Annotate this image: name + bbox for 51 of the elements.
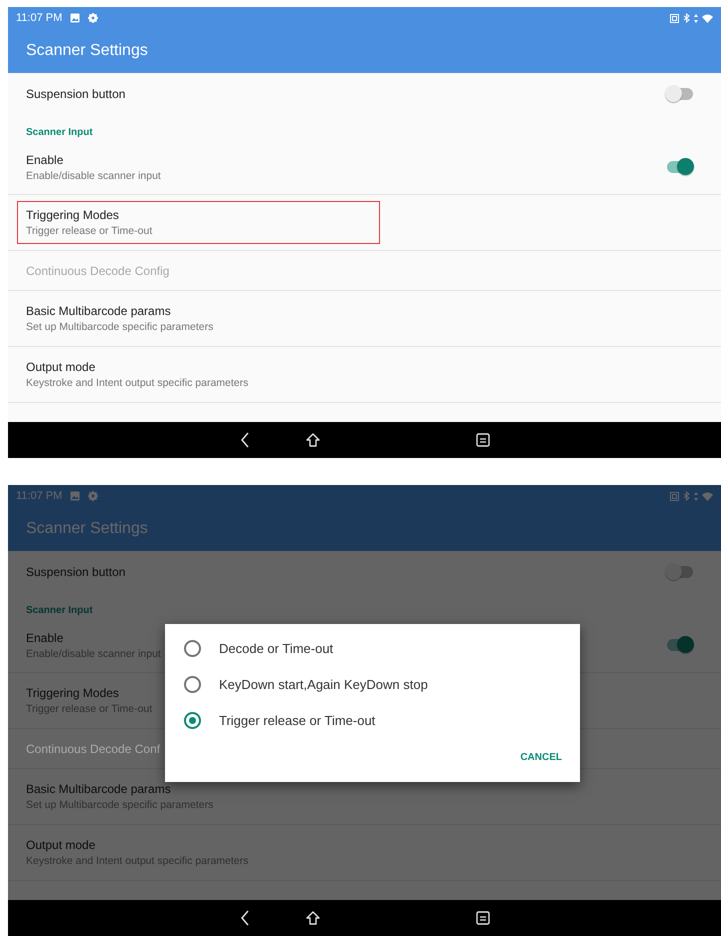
data-arrows-icon bbox=[694, 492, 698, 500]
bluetooth-icon bbox=[683, 491, 690, 501]
image-icon bbox=[70, 491, 80, 501]
home-icon[interactable] bbox=[305, 432, 321, 448]
setting-title: Basic Multibarcode params bbox=[26, 782, 172, 796]
setting-title: Suspension button bbox=[26, 565, 126, 579]
setting-summary: Set up Multibarcode specific parameters bbox=[26, 321, 214, 333]
status-time: 11:07 PM bbox=[16, 490, 62, 502]
setting-title: Triggering Modes bbox=[26, 208, 120, 222]
gear-icon bbox=[88, 491, 98, 501]
setting-title: Basic Multibarcode params bbox=[26, 304, 172, 318]
preference-item[interactable]: Output mode Keystroke and Intent output specific parameters bbox=[17, 353, 380, 396]
gear-icon bbox=[88, 13, 98, 23]
option-label[interactable]: KeyDown start,Again KeyDown stop bbox=[219, 676, 428, 692]
back-icon[interactable] bbox=[240, 432, 250, 448]
status-time: 11:07 PM bbox=[16, 12, 62, 24]
option-label[interactable]: Trigger release or Time-out bbox=[219, 712, 376, 728]
setting-title: Continuous Decode Conf bbox=[26, 742, 162, 756]
cancel-button[interactable]: CANCEL bbox=[514, 746, 568, 769]
setting-title: Enable bbox=[26, 630, 64, 644]
setting-summary: Enable/disable scanner input bbox=[26, 170, 161, 182]
data-arrows-icon bbox=[694, 14, 698, 22]
toggle-switch[interactable] bbox=[665, 157, 695, 177]
toggle-switch[interactable] bbox=[665, 84, 695, 104]
setting-summary: Trigger release or Time-out bbox=[26, 225, 154, 237]
toggle-switch[interactable] bbox=[665, 635, 695, 655]
back-icon[interactable] bbox=[240, 910, 250, 926]
image-icon bbox=[70, 13, 80, 23]
setting-title: Suspension button bbox=[26, 87, 126, 101]
app-title: Scanner Settings bbox=[26, 42, 148, 60]
app-title: Scanner Settings bbox=[26, 520, 148, 538]
radio-button[interactable] bbox=[184, 676, 201, 692]
recent-apps-icon[interactable] bbox=[476, 911, 490, 925]
wifi-icon bbox=[702, 492, 713, 500]
setting-summary: Keystroke and Intent output specific parameters bbox=[26, 377, 250, 389]
toggle-switch[interactable] bbox=[665, 562, 695, 582]
section-header: Scanner Input bbox=[26, 605, 93, 618]
section-header: Scanner Input bbox=[26, 127, 93, 140]
home-icon[interactable] bbox=[305, 910, 321, 926]
wifi-icon bbox=[702, 14, 713, 22]
recent-apps-icon[interactable] bbox=[476, 433, 490, 447]
option-label[interactable]: Decode or Time-out bbox=[219, 640, 334, 656]
setting-title: Continuous Decode Config bbox=[26, 264, 170, 278]
highlight-frame[interactable]: Triggering Modes Trigger release or Time-out bbox=[17, 201, 380, 244]
bluetooth-icon bbox=[683, 13, 690, 23]
preference-item[interactable]: Basic Multibarcode params Set up Multibarcode specific parameters bbox=[17, 297, 380, 340]
radio-button[interactable] bbox=[184, 640, 201, 656]
setting-title: Enable bbox=[26, 152, 64, 166]
setting-title: Output mode bbox=[26, 360, 96, 374]
radio-button[interactable] bbox=[184, 712, 201, 728]
setting-title: Output mode bbox=[26, 838, 96, 852]
